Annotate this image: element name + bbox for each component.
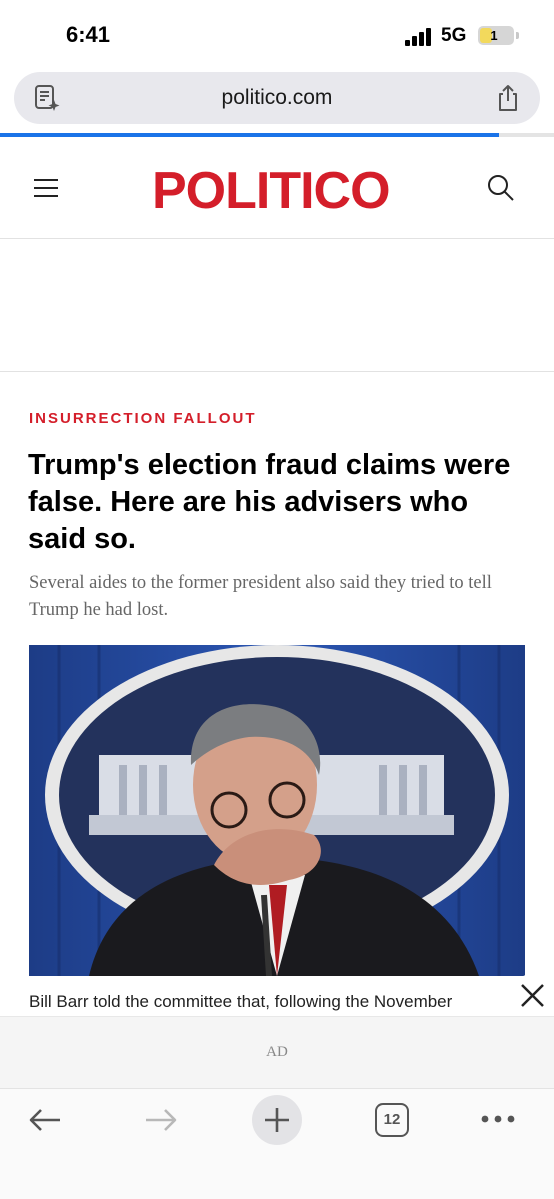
battery-nub: [516, 32, 519, 39]
ad-placeholder-space: [0, 240, 554, 372]
image-caption: Bill Barr told the committee that, follo…: [29, 992, 453, 1011]
site-header: POLITICO: [0, 137, 554, 239]
status-bar: 6:41 5G 1: [0, 0, 554, 62]
hamburger-menu-icon[interactable]: [34, 179, 58, 197]
url-text[interactable]: politico.com: [74, 86, 480, 110]
status-time: 6:41: [66, 22, 111, 47]
new-tab-button[interactable]: [252, 1095, 302, 1145]
site-logo[interactable]: POLITICO: [152, 161, 391, 221]
forward-arrow-icon[interactable]: [142, 1105, 180, 1135]
network-type: 5G: [441, 25, 467, 46]
browser-toolbar: 12: [0, 1088, 554, 1199]
article-kicker[interactable]: INSURRECTION FALLOUT: [29, 410, 257, 427]
tab-count-button[interactable]: 12: [375, 1103, 409, 1137]
signal-icon: [405, 28, 433, 46]
article-headline: Trump's election fraud claims were false…: [28, 449, 511, 555]
article-dek: Several aides to the former president al…: [29, 573, 492, 620]
close-icon[interactable]: [512, 974, 554, 1016]
ad-close-button[interactable]: [512, 974, 554, 1016]
back-arrow-icon[interactable]: [26, 1105, 64, 1135]
more-dots-icon[interactable]: [480, 1111, 516, 1127]
ad-banner[interactable]: AD: [0, 1016, 554, 1088]
share-icon[interactable]: [494, 83, 522, 113]
battery-icon: 1: [478, 26, 514, 45]
search-icon[interactable]: [486, 173, 516, 203]
address-bar[interactable]: politico.com: [14, 72, 540, 124]
battery-level: 1: [490, 28, 498, 43]
article-hero-image[interactable]: [29, 645, 525, 976]
reader-mode-icon[interactable]: [32, 83, 62, 113]
hero-photo: [29, 645, 525, 976]
plus-icon[interactable]: [252, 1095, 302, 1145]
ad-label: AD: [266, 1044, 288, 1060]
